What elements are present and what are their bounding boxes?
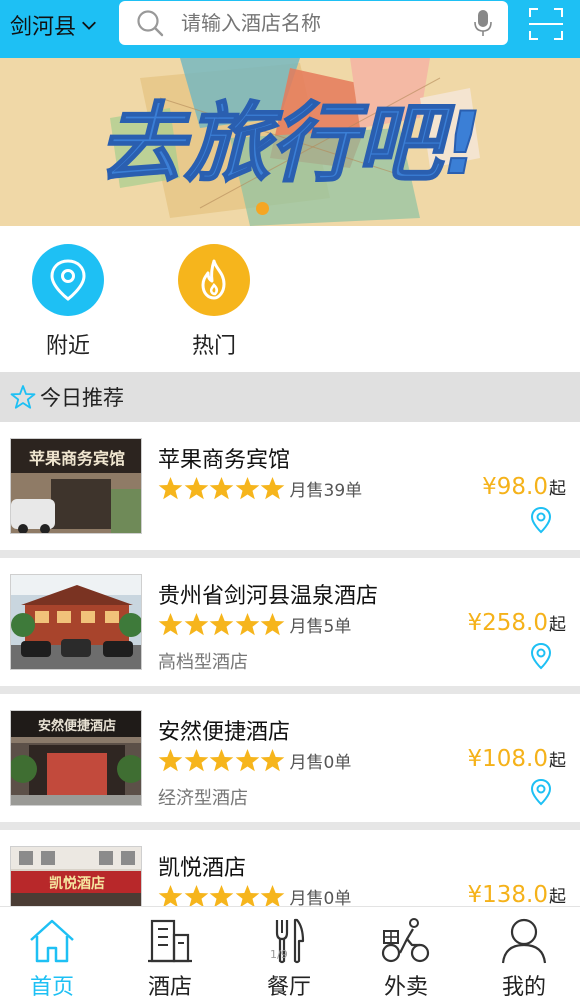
nav-delivery[interactable]: 外卖 bbox=[356, 915, 456, 1000]
bottom-navigation: 首页 酒店 餐厅 外卖 我的 bbox=[0, 906, 580, 1000]
monthly-sales: 月售39单 bbox=[289, 481, 363, 501]
price-amount: ¥108.0 bbox=[467, 746, 548, 772]
hotel-type: 高档型酒店 bbox=[158, 652, 248, 673]
hotel-name: 苹果商务宾馆 bbox=[158, 448, 291, 473]
monthly-sales: 月售5单 bbox=[289, 617, 352, 637]
star-icon bbox=[158, 612, 183, 636]
hotel-price: ¥98.0 起 bbox=[482, 474, 566, 500]
top-bar: 剑河县 bbox=[0, 0, 580, 58]
search-icon bbox=[137, 10, 164, 37]
star-outline-icon bbox=[10, 385, 36, 409]
star-icon bbox=[260, 612, 285, 636]
monthly-sales: 月售0单 bbox=[289, 753, 352, 773]
hotel-thumbnail bbox=[10, 574, 142, 670]
rating-stars: 月售5单 bbox=[158, 612, 351, 637]
banner-artwork: 去旅行吧! bbox=[0, 58, 580, 226]
search-input[interactable] bbox=[181, 11, 472, 35]
building-icon bbox=[148, 919, 192, 963]
hotel-sign-text: 苹果商务宾馆 bbox=[29, 449, 125, 468]
hotel-type: 经济型酒店 bbox=[158, 788, 248, 809]
user-icon bbox=[501, 918, 547, 964]
hotel-list-item[interactable]: 苹果商务宾馆 苹果商务宾馆 月售39单 ¥98.0 起 bbox=[0, 422, 580, 550]
star-icon bbox=[158, 748, 183, 772]
price-suffix: 起 bbox=[549, 615, 566, 635]
nav-restaurant[interactable]: 餐厅 bbox=[239, 915, 339, 1000]
hotel-sign-text: 凯悦酒店 bbox=[49, 875, 105, 892]
hotel-thumbnail: 安然便捷酒店 bbox=[10, 710, 142, 806]
nav-profile[interactable]: 我的 bbox=[474, 915, 574, 1000]
promo-banner[interactable]: 去旅行吧! bbox=[0, 58, 580, 226]
star-icon bbox=[158, 476, 183, 500]
nav-label: 餐厅 bbox=[266, 975, 311, 1000]
star-icon bbox=[184, 612, 208, 636]
category-label: 热门 bbox=[191, 334, 236, 359]
map-pin-icon[interactable] bbox=[530, 506, 552, 534]
section-title: 今日推荐 bbox=[40, 386, 124, 410]
map-pin-icon[interactable] bbox=[530, 778, 552, 806]
list-divider bbox=[0, 686, 580, 694]
star-icon bbox=[209, 476, 234, 500]
hotel-list-item[interactable]: 贵州省剑河县温泉酒店 月售5单 高档型酒店 ¥258.0 起 bbox=[0, 558, 580, 686]
nav-label: 我的 bbox=[501, 975, 546, 1000]
nav-hotel[interactable]: 酒店 bbox=[120, 915, 220, 1000]
hotel-price: ¥108.0 起 bbox=[468, 746, 566, 772]
map-pin-icon[interactable] bbox=[530, 642, 552, 670]
flame-icon bbox=[178, 244, 250, 316]
star-icon bbox=[184, 476, 208, 500]
hotel-sign-text: 安然便捷酒店 bbox=[38, 718, 116, 734]
category-label: 附近 bbox=[45, 334, 90, 359]
rating-stars: 月售39单 bbox=[158, 476, 362, 501]
star-icon bbox=[260, 748, 285, 772]
price-amount: ¥138.0 bbox=[467, 882, 548, 908]
page-indicator: 1/9 bbox=[270, 948, 288, 961]
star-icon bbox=[209, 748, 234, 772]
microphone-icon[interactable] bbox=[472, 8, 494, 38]
star-icon bbox=[235, 612, 259, 636]
city-selector[interactable]: 剑河县 bbox=[10, 8, 98, 42]
price-amount: ¥258.0 bbox=[467, 610, 548, 636]
search-box[interactable] bbox=[119, 1, 508, 45]
hotel-name: 贵州省剑河县温泉酒店 bbox=[158, 584, 379, 609]
nav-home[interactable]: 首页 bbox=[2, 915, 102, 1000]
hotel-name: 安然便捷酒店 bbox=[158, 720, 291, 745]
category-row: 附近 热门 bbox=[0, 226, 580, 372]
price-suffix: 起 bbox=[549, 479, 566, 499]
location-icon bbox=[32, 244, 104, 316]
price-amount: ¥98.0 bbox=[482, 474, 548, 500]
hotel-price: ¥138.0 起 bbox=[468, 882, 566, 908]
section-header: 今日推荐 bbox=[0, 372, 580, 422]
star-icon bbox=[209, 612, 234, 636]
star-icon bbox=[260, 476, 285, 500]
hotel-name: 凯悦酒店 bbox=[158, 856, 247, 881]
scan-icon[interactable] bbox=[528, 6, 564, 42]
price-suffix: 起 bbox=[549, 751, 566, 771]
delivery-bike-icon bbox=[381, 918, 430, 963]
list-divider bbox=[0, 550, 580, 558]
city-label: 剑河县 bbox=[10, 15, 77, 40]
hotel-list-item[interactable]: 安然便捷酒店 安然便捷酒店 月售0单 经济型酒店 ¥108.0 起 bbox=[0, 694, 580, 822]
home-icon bbox=[30, 919, 74, 963]
banner-headline: 去旅行吧! bbox=[98, 94, 481, 194]
category-nearby[interactable]: 附近 bbox=[31, 244, 105, 360]
nav-label: 酒店 bbox=[147, 975, 192, 1000]
star-icon bbox=[235, 476, 259, 500]
chevron-down-icon bbox=[82, 21, 96, 30]
hotel-thumbnail: 苹果商务宾馆 bbox=[10, 438, 142, 534]
star-icon bbox=[184, 748, 208, 772]
list-divider bbox=[0, 822, 580, 830]
nav-label: 外卖 bbox=[383, 975, 428, 1000]
rating-stars: 月售0单 bbox=[158, 748, 351, 773]
carousel-dot-active bbox=[256, 202, 269, 215]
price-suffix: 起 bbox=[549, 887, 566, 907]
category-hot[interactable]: 热门 bbox=[177, 244, 251, 360]
star-icon bbox=[235, 748, 259, 772]
hotel-price: ¥258.0 起 bbox=[468, 610, 566, 636]
nav-label: 首页 bbox=[29, 975, 74, 1000]
